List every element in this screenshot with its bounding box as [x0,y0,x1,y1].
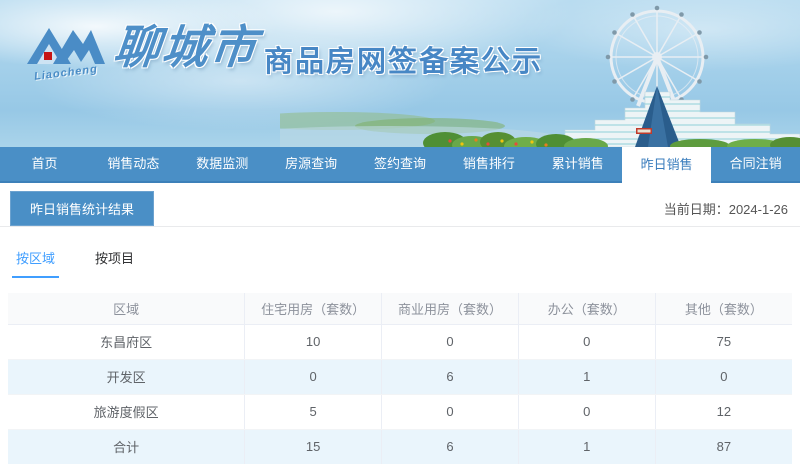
region-cell: 旅游度假区 [8,394,246,430]
nav-item-contract-query[interactable]: 签约查询 [356,147,445,181]
count-cell: 1 [518,429,656,464]
count-cell: 0 [655,359,792,395]
nav-item-sales-ranking[interactable]: 销售排行 [444,147,533,181]
tab-by-region[interactable]: 按区域 [12,244,60,278]
nav-item-listing-query[interactable]: 房源查询 [267,147,356,181]
column-header-1: 住宅用房（套数） [244,293,383,325]
count-cell: 0 [381,324,519,360]
count-cell: 1 [518,359,656,395]
column-header-4: 其他（套数） [655,293,792,325]
section-title-badge: 昨日销售统计结果 [10,191,155,226]
table-row: 合计 15 6 1 87 [8,429,792,464]
stats-table-body: 东昌府区 10 0 0 75 开发区 0 6 1 0 旅游度假区 5 0 0 12 合计 15 6 1 87 [8,324,792,464]
table-row: 东昌府区 10 0 0 75 [8,324,792,360]
table-row: 开发区 0 6 1 0 [8,359,792,395]
count-cell: 0 [518,394,656,430]
count-cell: 5 [244,394,383,430]
nav-item-contract-cancel[interactable]: 合同注销 [711,147,800,181]
column-header-2: 商业用房（套数） [381,293,519,325]
count-cell: 0 [518,324,656,360]
count-cell: 12 [655,394,792,430]
stats-table: 区域 住宅用房（套数） 商业用房（套数） 办公（套数） 其他（套数） 东昌府区 10 0 0 7… [8,293,792,464]
current-date: 当前日期：2024-1-26 [664,199,788,226]
content-area: 昨日销售统计结果 当前日期：2024-1-26 按区域 按项目 区域 住宅用房（套数… [0,183,800,464]
table-row: 旅游度假区 5 0 0 12 [8,394,792,430]
view-tabs: 按区域 按项目 [0,244,800,278]
column-header-0: 区域 [8,293,246,325]
region-cell: 开发区 [8,359,246,395]
nav-item-cumulative-sales[interactable]: 累计销售 [533,147,622,181]
tab-by-project[interactable]: 按项目 [91,244,138,278]
city-name: 聊城市 [111,21,261,73]
count-cell: 15 [244,429,383,464]
count-cell: 87 [716,439,732,455]
main-nav: 首页 销售动态 数据监测 房源查询 签约查询 销售排行 累计销售 昨日销售 合同注销 [0,147,800,183]
nav-item-data-monitor[interactable]: 数据监测 [178,147,267,181]
nav-item-sales-dynamics[interactable]: 销售动态 [89,147,178,181]
nav-item-home[interactable]: 首页 [0,147,89,181]
section-header: 昨日销售统计结果 当前日期：2024-1-26 [0,183,800,227]
mountain-m-logo-icon [27,28,105,64]
site-logo: Liaocheng 聊城市 商品房网签备案公示 [26,20,544,83]
count-cell: 6 [381,359,519,395]
count-cell: 10 [244,324,383,360]
region-cell: 东昌府区 [8,324,246,360]
count-cell: 0 [381,394,519,430]
date-value: 2024-1-26 [728,202,788,217]
banner-title: 商品房网签备案公示 [264,46,544,78]
header-banner: Liaocheng 聊城市 商品房网签备案公示 [0,0,800,147]
stats-table-header-row: 区域 住宅用房（套数） 商业用房（套数） 办公（套数） 其他（套数） [8,293,792,325]
column-header-3: 办公（套数） [518,293,656,325]
date-label: 当前日期： [663,202,729,217]
count-cell: 6 [381,429,519,464]
region-cell: 合计 [8,429,246,464]
nav-item-yesterday-sales[interactable]: 昨日销售 [622,147,712,183]
count-cell: 75 [655,324,792,360]
count-cell: 0 [244,359,383,395]
